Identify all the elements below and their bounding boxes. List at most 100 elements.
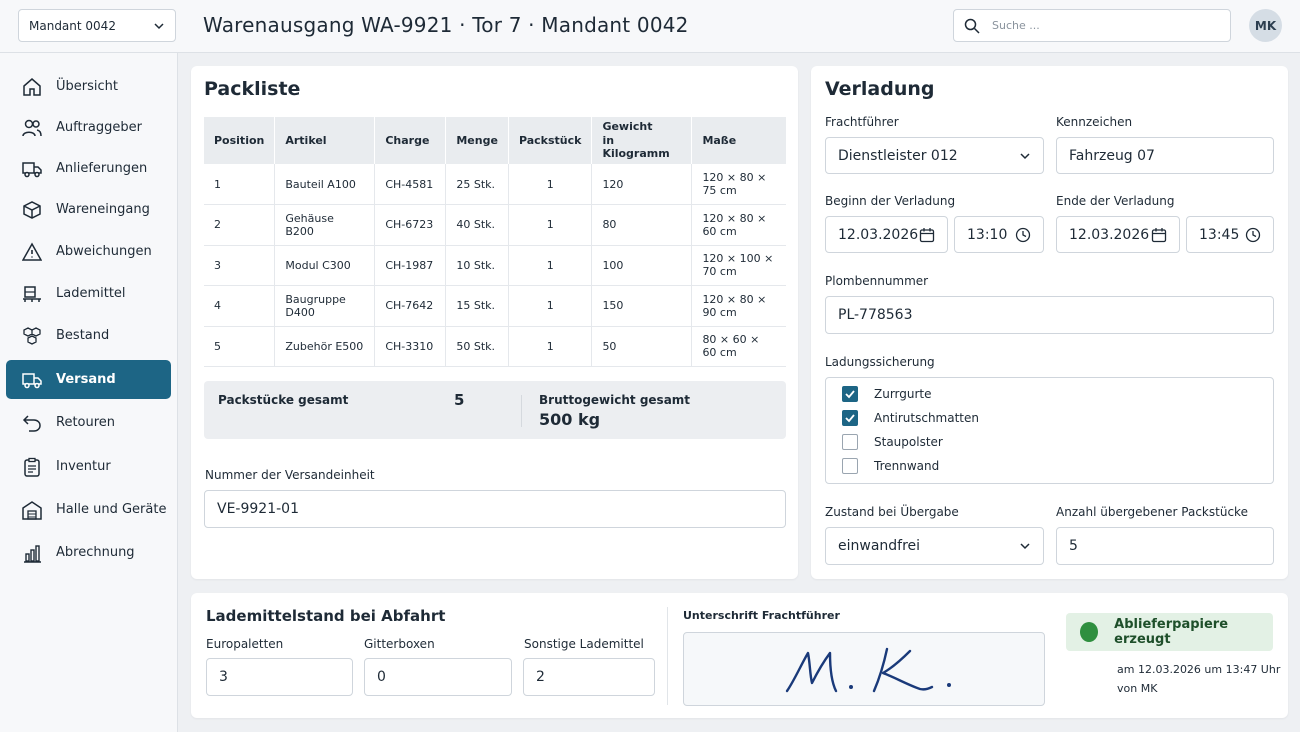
cell-charge: CH-6723 — [374, 204, 447, 246]
bar-chart-icon — [24, 544, 41, 563]
sidebar-item-retouren[interactable]: Retouren — [6, 403, 171, 442]
search-icon — [964, 18, 980, 34]
sidebar-item-lademittel[interactable]: Lademittel — [6, 274, 171, 313]
col-gewicht-line2: in Kilogramm — [602, 133, 670, 161]
seal-field[interactable]: PL-778563 — [825, 296, 1274, 334]
checkbox-trennwand[interactable]: Trennwand — [842, 458, 939, 474]
checkbox-checked[interactable] — [842, 386, 858, 402]
verladung-title: Verladung — [825, 78, 935, 100]
cell-menge: 50 Stk. — [445, 326, 509, 367]
handwritten-signature — [785, 647, 951, 693]
sidebar-item-versand[interactable]: Versand — [6, 360, 171, 399]
unit-number-value: VE-9921-01 — [217, 501, 299, 517]
col-gewicht-line1: Gewicht — [602, 119, 653, 133]
page-title: Warenausgang WA-9921 · Tor 7 · Mandant 0… — [203, 13, 689, 37]
europaletten-field[interactable]: 3 — [206, 658, 353, 696]
tenant-select[interactable]: Mandant 0042 — [18, 9, 176, 42]
col-packstueck: Packstück — [508, 117, 593, 164]
sonstige-field[interactable]: 2 — [523, 658, 655, 696]
sidebar-item-label: Versand — [56, 372, 116, 387]
checkbox-unchecked[interactable] — [842, 458, 858, 474]
generated-timestamp: am 12.03.2026 um 13:47 Uhr — [1117, 663, 1281, 676]
sidebar: Übersicht Auftraggeber Anlieferungen War… — [0, 53, 178, 732]
sidebar-item-label: Wareneingang — [56, 202, 150, 217]
sidebar-item-bestand[interactable]: Bestand — [6, 316, 171, 355]
sidebar-item-abrechnung[interactable]: Abrechnung — [6, 533, 171, 572]
sidebar-item-abweichungen[interactable]: Abweichungen — [6, 232, 171, 271]
section-divider — [667, 607, 668, 705]
cell-charge: CH-7642 — [374, 285, 447, 327]
col-position: Position — [204, 117, 276, 164]
search-box[interactable] — [953, 9, 1231, 42]
stock-icon — [23, 326, 41, 345]
cell-charge: CH-4581 — [374, 164, 447, 205]
search-input[interactable] — [992, 19, 1212, 32]
cell-artikel: Gehäuse B200 — [274, 204, 376, 246]
cell-artikel: Zubehör E500 — [274, 326, 376, 367]
cell-position: 1 — [204, 164, 276, 205]
condition-select[interactable]: einwandfrei — [825, 527, 1044, 565]
totals-divider — [521, 395, 522, 427]
unit-number-field[interactable]: VE-9921-01 — [204, 490, 786, 528]
sidebar-item-label: Abrechnung — [56, 545, 135, 560]
avatar[interactable]: MK — [1249, 9, 1282, 42]
table-row: 4 Baugruppe D400 CH-7642 15 Stk. 1 150 1… — [204, 285, 786, 327]
carrier-select[interactable]: Dienstleister 012 — [825, 137, 1044, 174]
checkbox-label: Antirutschmatten — [874, 411, 979, 425]
start-date-value: 12.03.2026 — [838, 226, 919, 243]
handed-field[interactable]: 5 — [1056, 527, 1274, 565]
sidebar-item-auftraggeber[interactable]: Auftraggeber — [6, 108, 171, 147]
plate-field[interactable]: Fahrzeug 07 — [1056, 137, 1274, 174]
checkbox-staupolster[interactable]: Staupolster — [842, 434, 943, 450]
start-date-field[interactable]: 12.03.2026 — [825, 216, 948, 253]
sidebar-item-inventur[interactable]: Inventur — [6, 447, 171, 486]
cell-artikel: Baugruppe D400 — [274, 285, 376, 327]
checkbox-label: Trennwand — [874, 459, 940, 473]
packliste-title: Packliste — [204, 78, 301, 100]
chevron-down-icon — [154, 22, 164, 29]
truck-icon — [22, 372, 42, 388]
handed-label: Anzahl übergebener Packstücke — [1056, 505, 1248, 519]
cell-gewicht: 80 — [591, 204, 693, 246]
start-time-field[interactable]: 13:10 — [954, 216, 1044, 253]
end-time-field[interactable]: 13:45 — [1186, 216, 1274, 253]
plate-label: Kennzeichen — [1056, 115, 1133, 129]
sidebar-item-anlieferungen[interactable]: Anlieferungen — [6, 149, 171, 188]
total-weight-label: Bruttogewicht gesamt — [539, 393, 691, 407]
cell-charge: CH-3310 — [374, 326, 447, 367]
gitterboxen-label: Gitterboxen — [364, 637, 435, 651]
sidebar-item-label: Lademittel — [56, 286, 126, 301]
cell-packstueck: 1 — [508, 164, 593, 205]
end-date-value: 12.03.2026 — [1069, 226, 1150, 243]
sidebar-item-wareneingang[interactable]: Wareneingang — [6, 190, 171, 229]
seal-value: PL-778563 — [838, 307, 913, 323]
users-icon — [22, 119, 42, 136]
col-charge: Charge — [374, 117, 447, 164]
checkbox-checked[interactable] — [842, 410, 858, 426]
col-masse: Maße — [691, 117, 786, 164]
cell-packstueck: 1 — [508, 245, 593, 286]
checkbox-zurrgurte[interactable]: Zurrgurte — [842, 386, 932, 402]
checkbox-antirutschmatten[interactable]: Antirutschmatten — [842, 410, 979, 426]
cell-position: 4 — [204, 285, 276, 327]
end-date-field[interactable]: 12.03.2026 — [1056, 216, 1180, 253]
cell-position: 2 — [204, 204, 276, 246]
sidebar-item-uebersicht[interactable]: Übersicht — [6, 67, 171, 106]
sidebar-item-halle[interactable]: Halle und Geräte — [6, 490, 171, 529]
carrier-value: Dienstleister 012 — [838, 147, 958, 164]
cell-gewicht: 100 — [591, 245, 693, 286]
gitterboxen-value: 0 — [377, 669, 386, 685]
home-icon — [23, 77, 41, 96]
col-artikel: Artikel — [274, 117, 376, 164]
signature-pad[interactable] — [683, 632, 1045, 706]
sonstige-value: 2 — [536, 669, 545, 685]
sidebar-item-label: Inventur — [56, 459, 111, 474]
checkbox-unchecked[interactable] — [842, 434, 858, 450]
start-label: Beginn der Verladung — [825, 194, 956, 208]
warehouse-icon — [22, 500, 42, 520]
sidebar-item-label: Bestand — [56, 328, 110, 343]
gitterboxen-field[interactable]: 0 — [364, 658, 512, 696]
cell-artikel: Modul C300 — [274, 245, 376, 286]
cell-menge: 40 Stk. — [445, 204, 509, 246]
cell-gewicht: 120 — [591, 164, 693, 205]
